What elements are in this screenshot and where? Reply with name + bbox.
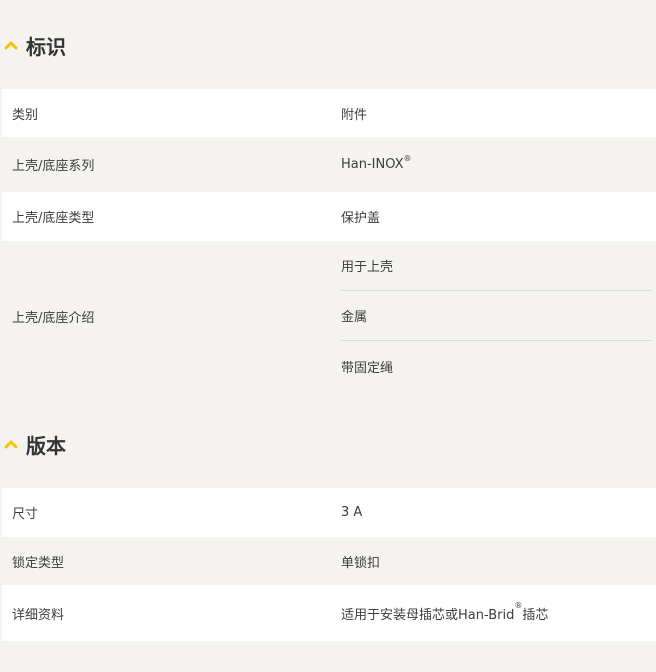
section-title: 标识 <box>26 34 66 59</box>
row-label: 锁定类型 <box>12 555 65 571</box>
table-row: 详细资料 适用于安装母插芯或Han-Brid®插芯 <box>2 585 656 641</box>
value-text: 适用于安装母插芯或Han-Brid <box>341 607 515 623</box>
value-text: Han-INOX <box>341 157 404 172</box>
list-item: 金属 <box>341 291 652 341</box>
table-row: 上壳/底座介绍 用于上壳 金属 带固定绳 <box>2 241 656 391</box>
registered-mark: ® <box>403 154 412 163</box>
chevron-up-icon[interactable] <box>4 437 18 451</box>
row-value: 适用于安装母插芯或Han-Brid®插芯 <box>341 600 656 623</box>
row-label: 类别 <box>12 107 39 123</box>
list-item: 用于上壳 <box>341 241 652 291</box>
table-row: 尺寸 3 A <box>2 488 656 537</box>
chevron-up-icon[interactable] <box>4 38 18 52</box>
spec-table-version: 尺寸 3 A 锁定类型 单锁扣 详细资料 适用于安装母插芯或Han-Brid®插… <box>2 488 656 641</box>
section-header-version[interactable]: 版本 <box>0 421 656 467</box>
row-value: 保护盖 <box>341 211 381 226</box>
table-row: 上壳/底座系列 Han-INOX® <box>2 137 656 192</box>
section-version: 版本 <box>0 421 656 467</box>
row-value: 附件 <box>341 107 368 123</box>
list-item: 带固定绳 <box>341 360 394 376</box>
row-label: 上壳/底座介绍 <box>12 310 95 326</box>
row-label: 详细资料 <box>12 607 65 623</box>
row-value: 单锁扣 <box>341 555 381 571</box>
section-title: 版本 <box>26 433 66 458</box>
row-value-list: 用于上壳 金属 带固定绳 <box>341 241 656 391</box>
section-header-identification[interactable]: 标识 <box>0 22 656 68</box>
section-identification: 标识 <box>0 22 656 68</box>
row-label: 尺寸 <box>12 507 39 522</box>
value-suffix: 插芯 <box>522 607 549 623</box>
row-value: Han-INOX® <box>341 154 656 172</box>
spec-table-identification: 类别 附件 上壳/底座系列 Han-INOX® 上壳/底座类型 保护盖 上壳/底… <box>2 89 656 391</box>
row-label: 上壳/底座系列 <box>12 159 95 174</box>
row-value: 3 A <box>341 505 363 520</box>
table-row: 锁定类型 单锁扣 <box>2 537 656 585</box>
row-label: 上壳/底座类型 <box>12 211 95 226</box>
table-row: 上壳/底座类型 保护盖 <box>2 192 656 241</box>
table-row: 类别 附件 <box>2 89 656 137</box>
registered-mark: ® <box>514 600 523 610</box>
